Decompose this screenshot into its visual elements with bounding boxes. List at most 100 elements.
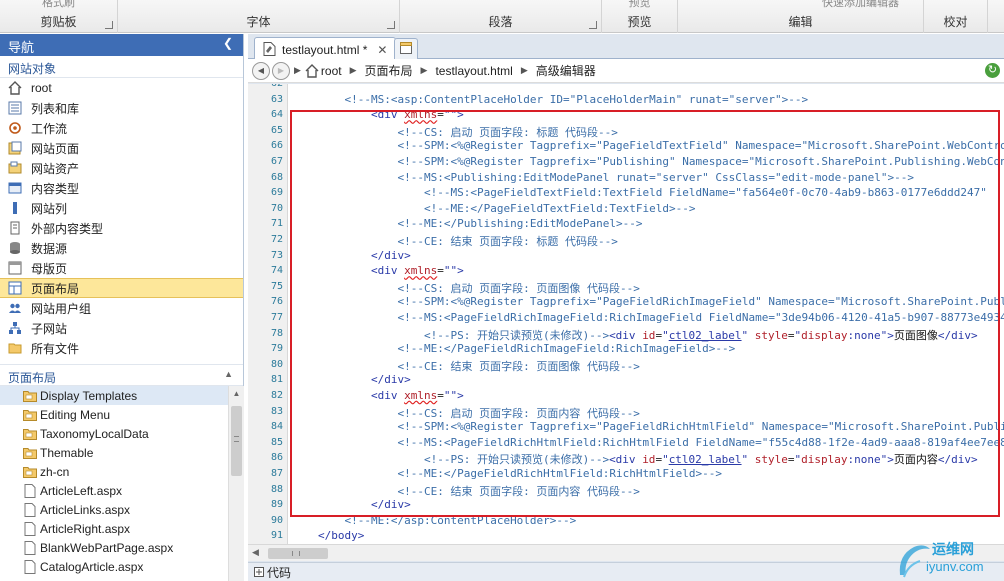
nav-item-workflows[interactable]: 工作流 bbox=[0, 118, 243, 138]
line-number: 62 bbox=[271, 84, 283, 89]
line-number: 79 bbox=[270, 343, 283, 355]
page-layouts-header[interactable]: 页面布局 ▲ bbox=[0, 364, 243, 386]
nav-item-root[interactable]: root bbox=[0, 78, 243, 98]
line-number: 83 bbox=[270, 405, 283, 417]
dialog-launcher-icon[interactable] bbox=[589, 21, 597, 29]
ribbon-format-painter-label[interactable]: 格式刷 bbox=[0, 0, 117, 10]
line-number: 88 bbox=[270, 483, 283, 495]
line-number: 84 bbox=[270, 421, 283, 433]
site-objects-title: 网站对象 bbox=[8, 62, 57, 76]
list-item-file[interactable]: ArticleLeft.aspx bbox=[0, 481, 244, 500]
column-icon bbox=[7, 200, 23, 216]
layout-icon bbox=[7, 280, 23, 296]
nav-item-site-groups[interactable]: 网站用户组 bbox=[0, 298, 243, 318]
scroll-up-icon[interactable]: ▲ bbox=[229, 386, 244, 402]
nav-item-label: 所有文件 bbox=[31, 341, 80, 356]
line-number: 82 bbox=[270, 390, 283, 401]
nav-item-page-layouts[interactable]: 页面布局 bbox=[0, 278, 243, 298]
code-editor[interactable]: 62 63 64 65 66 67 68 69 70 71 72 73 74 75 76 77 78 79 80 81… bbox=[248, 84, 1004, 544]
close-icon[interactable]: ✕ bbox=[377, 43, 387, 57]
ribbon-group-label: 预览 bbox=[627, 15, 652, 29]
ribbon-preview-button-label[interactable]: 预览 bbox=[602, 0, 677, 10]
line-number-gutter: 62 63 64 65 66 67 68 69 70 71 72 73 74 75 76 77 78 79 80 81… bbox=[248, 84, 288, 544]
users-icon bbox=[7, 300, 23, 316]
list-item-folder[interactable]: zh-cn bbox=[0, 462, 244, 481]
file-label: CatalogArticle.aspx bbox=[40, 559, 144, 574]
ribbon-group-label: 字体 bbox=[246, 15, 271, 29]
list-item-file[interactable]: CatalogArticle.aspx bbox=[0, 557, 244, 576]
ribbon-quick-add-label[interactable]: 快速添加编辑器 bbox=[808, 0, 913, 10]
list-item-folder[interactable]: Display Templates bbox=[0, 386, 244, 405]
code-view-icon[interactable] bbox=[254, 567, 264, 577]
line-number: 76 bbox=[270, 296, 283, 308]
code-line[interactable]: <!--MS:<asp:ContentPlaceHolder ID="Place… bbox=[318, 93, 809, 106]
refresh-icon[interactable]: ↻ bbox=[985, 63, 1000, 78]
back-icon[interactable]: ◀ bbox=[252, 61, 270, 80]
nav-item-master-pages[interactable]: 母版页 bbox=[0, 258, 243, 278]
collapse-section-icon[interactable]: ▲ bbox=[224, 369, 233, 379]
dialog-launcher-icon[interactable] bbox=[387, 21, 395, 29]
site-objects-header[interactable]: 网站对象 bbox=[0, 56, 243, 78]
horizontal-scrollbar[interactable]: ◀ bbox=[248, 544, 1004, 561]
folder-icon bbox=[22, 407, 37, 422]
scrollbar-thumb[interactable] bbox=[268, 548, 328, 559]
list-item-folder[interactable]: TaxonomyLocalData bbox=[0, 424, 244, 443]
line-number: 68 bbox=[270, 171, 283, 183]
nav-item-label: 网站资产 bbox=[31, 161, 80, 176]
nav-item-content-types[interactable]: 内容类型 bbox=[0, 178, 243, 198]
nav-item-data-sources[interactable]: 数据源 bbox=[0, 238, 243, 258]
tab-title: testlayout.html * bbox=[282, 43, 368, 57]
navigation-pane: 导航 ❮ 网站对象 root 列表和库 工作流 网站页面 网站资产 内容类型 网… bbox=[0, 34, 244, 581]
watermark-brand-cn: 运维网 bbox=[932, 541, 974, 557]
document-icon bbox=[22, 521, 37, 536]
code-line[interactable]: </body> bbox=[318, 529, 364, 542]
nav-item-site-assets[interactable]: 网站资产 bbox=[0, 158, 243, 178]
folder-icon bbox=[22, 426, 37, 441]
nav-item-all-files[interactable]: 所有文件 bbox=[0, 338, 243, 358]
file-label: zh-cn bbox=[40, 464, 70, 479]
nav-item-site-columns[interactable]: 网站列 bbox=[0, 198, 243, 218]
tab-testlayout[interactable]: testlayout.html * ✕ bbox=[254, 37, 397, 59]
nav-item-subsites[interactable]: 子网站 bbox=[0, 318, 243, 338]
home-icon[interactable] bbox=[305, 63, 319, 78]
chevron-right-icon: ▶ bbox=[294, 65, 301, 75]
breadcrumb-page-layouts[interactable]: 页面布局 bbox=[365, 62, 413, 79]
chevron-right-icon: ▶ bbox=[349, 65, 357, 75]
scrollbar-thumb[interactable] bbox=[231, 406, 242, 476]
forward-icon[interactable]: ▶ bbox=[272, 61, 290, 80]
dialog-launcher-icon[interactable] bbox=[105, 21, 113, 29]
watermark-brand-url: iyunv.com bbox=[926, 559, 984, 574]
asset-icon bbox=[7, 160, 23, 176]
nav-item-lists-libraries[interactable]: 列表和库 bbox=[0, 98, 243, 118]
collapse-pane-icon[interactable]: ❮ bbox=[223, 36, 233, 50]
ribbon-group-label: 段落 bbox=[488, 15, 513, 29]
line-number: 72 bbox=[270, 234, 283, 245]
list-item-file[interactable]: ArticleRight.aspx bbox=[0, 519, 244, 538]
list-item-file[interactable]: ArticleLinks.aspx bbox=[0, 500, 244, 519]
nav-item-label: 网站列 bbox=[31, 201, 68, 216]
nav-item-external-content-types[interactable]: 外部内容类型 bbox=[0, 218, 243, 238]
breadcrumb-advanced-editor[interactable]: 高级编辑器 bbox=[536, 62, 596, 79]
file-list-scrollbar[interactable]: ▲ bbox=[228, 386, 244, 581]
page-layouts-title: 页面布局 bbox=[8, 371, 57, 385]
line-number: 81 bbox=[270, 374, 283, 386]
line-number: 85 bbox=[270, 436, 283, 448]
document-icon bbox=[22, 483, 37, 498]
folder-icon bbox=[22, 445, 37, 460]
line-number: 64 bbox=[270, 109, 283, 121]
code-view-tab[interactable]: 代码 bbox=[267, 564, 291, 581]
document-area: testlayout.html * ✕ ◀ ▶ ▶ root ▶ 页面布局 ▶ … bbox=[248, 34, 1004, 581]
nav-item-label: 网站用户组 bbox=[31, 301, 92, 316]
new-tab-button[interactable] bbox=[394, 38, 418, 59]
breadcrumb-file[interactable]: testlayout.html bbox=[435, 64, 512, 78]
chevron-right-icon: ▶ bbox=[420, 65, 428, 75]
scroll-left-icon[interactable]: ◀ bbox=[252, 547, 259, 558]
breadcrumb-root[interactable]: root bbox=[321, 64, 342, 78]
list-item-folder[interactable]: Editing Menu bbox=[0, 405, 244, 424]
nav-item-label: 页面布局 bbox=[31, 281, 80, 296]
ribbon-group-editing: 快速添加编辑器 编辑 bbox=[678, 0, 924, 33]
list-item-file[interactable]: BlankWebPartPage.aspx bbox=[0, 538, 244, 557]
list-item-folder[interactable]: Themable bbox=[0, 443, 244, 462]
nav-item-site-pages[interactable]: 网站页面 bbox=[0, 138, 243, 158]
document-icon bbox=[22, 502, 37, 517]
